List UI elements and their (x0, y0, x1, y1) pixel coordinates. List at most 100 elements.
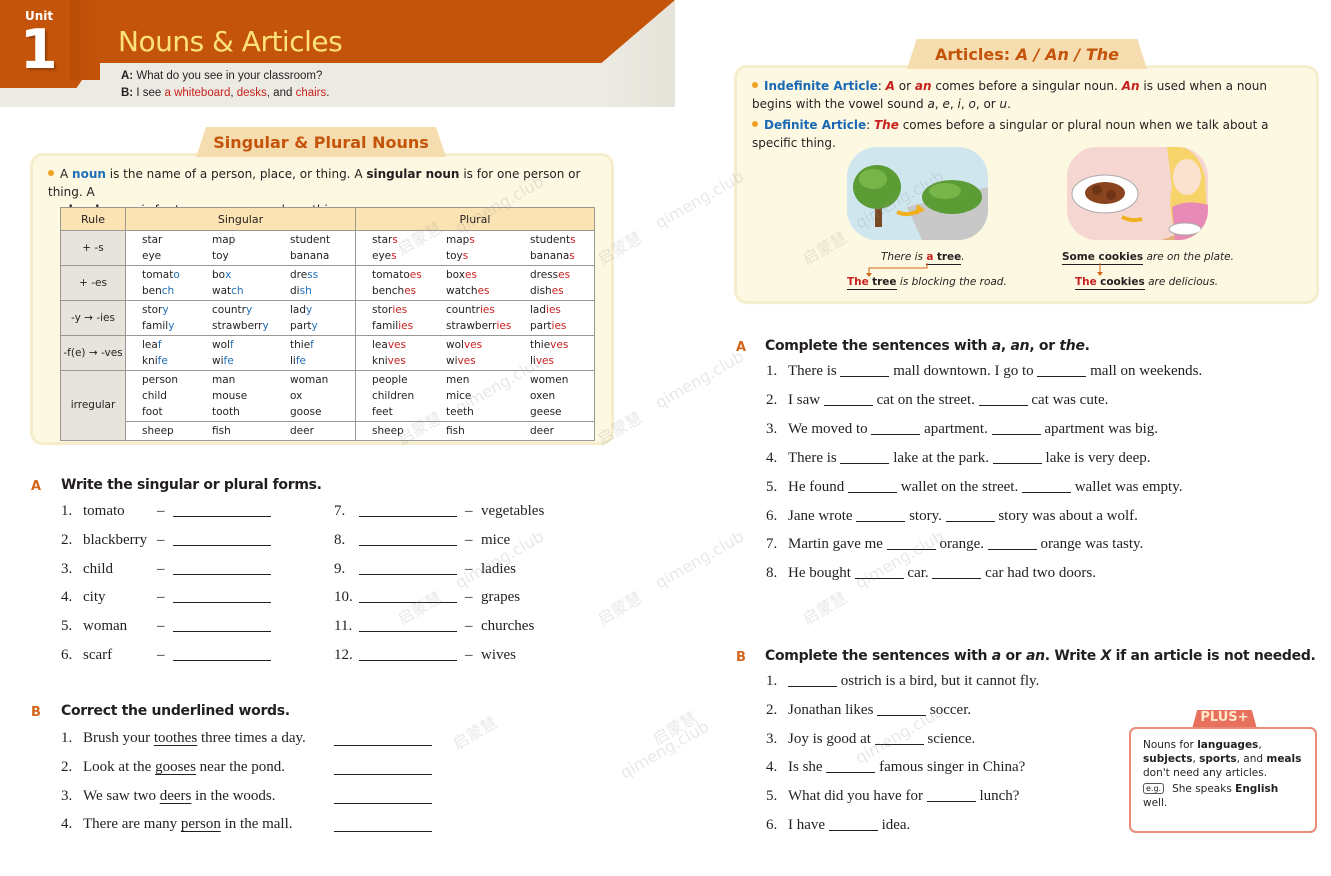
answer-blank[interactable] (926, 788, 976, 803)
underlined-phrase: The tree (847, 276, 897, 290)
answer-blank[interactable] (991, 421, 1041, 435)
dialog-item: a whiteboard (164, 87, 231, 99)
item-number: 3. (766, 420, 778, 437)
exercise-item: 7. Martin gave me orange. orange was tast… (766, 536, 1143, 553)
noun-word: strawberry (212, 318, 290, 334)
answer-blank[interactable] (359, 589, 457, 604)
text: is blocking the road. (899, 276, 1007, 288)
word-ending: fe (223, 355, 234, 367)
answer-blank[interactable] (992, 450, 1042, 464)
intro-dialog: A: What do you see in your classroom? B:… (121, 68, 329, 102)
answer-blank[interactable] (871, 421, 921, 435)
noun-word: tomato (142, 267, 212, 283)
exercise-item: 2. blackberry – (61, 532, 271, 549)
table-row: sheep fish deer sheep fish deer (61, 421, 595, 441)
answer-blank[interactable] (987, 536, 1037, 551)
answer-blank[interactable] (848, 479, 897, 493)
noun-word: stars (372, 232, 446, 248)
answer-blank[interactable] (945, 508, 995, 522)
answer-blank[interactable] (840, 363, 890, 377)
item-number: 12. (334, 647, 353, 663)
noun: tree (936, 251, 962, 263)
answer-blank[interactable] (359, 561, 457, 575)
speaker-b: B: (121, 87, 134, 99)
text: . Write (1044, 648, 1096, 664)
singular-cell: sheep fish deer (125, 421, 356, 441)
noun-word: boxes (446, 267, 530, 283)
noun-word: students (530, 232, 576, 248)
sentence-text: lake at the park. (889, 449, 993, 466)
word-ending: y (168, 320, 175, 332)
word-stem: dre (290, 269, 308, 281)
answer-blank[interactable] (840, 450, 890, 464)
sentence-text: wallet on the street. (897, 478, 1022, 495)
answer-blank[interactable] (173, 647, 271, 661)
answer-blank[interactable] (334, 732, 432, 746)
answer-blank[interactable] (359, 618, 457, 633)
word-stem: geese (530, 406, 562, 418)
answer-blank[interactable] (1037, 363, 1087, 377)
noun-word: maps (446, 232, 530, 248)
sentence-text: I have (788, 817, 829, 833)
sentence-text: lunch? (975, 788, 1020, 805)
word-line: child mouse ox (142, 388, 355, 404)
word-stem: thie (290, 339, 311, 351)
exercise-item: 10. – grapes (334, 589, 520, 606)
answer-blank[interactable] (826, 759, 876, 774)
plural-cell: stories countries ladies families strawberri… (355, 300, 595, 336)
answer-blank[interactable] (828, 817, 878, 831)
word-ending: s (569, 250, 575, 262)
word-stem: stor (372, 304, 393, 316)
noun-word: children (372, 388, 446, 404)
answer-blank[interactable] (359, 532, 457, 546)
item-word: city (83, 589, 106, 606)
answer-blank[interactable] (334, 761, 432, 775)
rule-cell: + -s (60, 230, 126, 266)
rule-cell: -f(e) → -ves (60, 335, 126, 371)
answer-blank[interactable] (978, 392, 1028, 406)
answer-blank[interactable] (334, 818, 432, 833)
answer-blank[interactable] (856, 508, 906, 522)
rule-cell: irregular (60, 370, 126, 441)
nouns-table: Rule Singular Plural + -s star map student e… (60, 207, 595, 441)
word-ending: ch (161, 285, 175, 297)
word-ending: ies (496, 320, 512, 332)
noun-word: eyes (372, 248, 446, 264)
item-number: 7. (766, 536, 778, 553)
answer-blank[interactable] (173, 561, 271, 575)
answer-blank[interactable] (854, 565, 904, 580)
word-stem: deer (290, 425, 314, 437)
answer-blank[interactable] (173, 589, 271, 604)
text: well. (1143, 797, 1168, 809)
answer-blank[interactable] (359, 503, 457, 517)
answer-blank[interactable] (173, 503, 271, 517)
answer-blank[interactable] (886, 536, 936, 551)
answer-blank[interactable] (877, 702, 927, 716)
answer-blank[interactable] (932, 565, 982, 580)
answer-blank[interactable] (359, 647, 457, 661)
noun-word: goose (290, 404, 321, 420)
answer-blank[interactable] (334, 790, 432, 804)
word-stem: goose (290, 406, 322, 418)
word-ending: ies (398, 320, 414, 332)
noun-word: thief (290, 337, 314, 353)
answer-blank[interactable] (173, 618, 271, 633)
answer-blank[interactable] (788, 673, 837, 687)
answer-blank[interactable] (874, 731, 924, 745)
unit-tab-shade (70, 0, 100, 80)
exercise-item: 6. scarf – (61, 647, 271, 664)
exercise-a-letter: A (31, 479, 42, 494)
answer-blank[interactable] (1021, 479, 1071, 493)
articles-tab-italic: A / An / The (1015, 45, 1119, 64)
word-ending: ies (479, 304, 495, 316)
word-ending: ves (387, 339, 406, 351)
word-ending: es (464, 269, 477, 281)
answer-blank[interactable] (173, 532, 271, 546)
word-line: tomatoes boxes dresses (372, 267, 594, 283)
term-noun: noun (72, 167, 106, 181)
noun-word: benches (372, 283, 446, 299)
item-word: grapes (481, 589, 521, 606)
word-stem: fish (212, 425, 231, 437)
answer-blank[interactable] (823, 392, 873, 406)
word-stem: part (290, 320, 312, 332)
